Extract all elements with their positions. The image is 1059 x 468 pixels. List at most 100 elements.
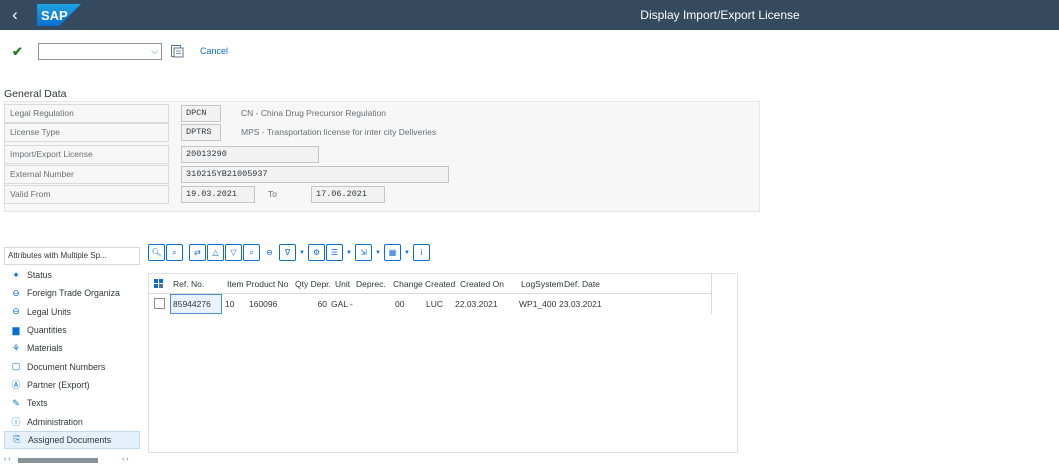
nav-horizontal-scrollbar[interactable]: ‹ › ‹ › bbox=[4, 455, 140, 465]
nav-header: Attributes with Multiple Sp... bbox=[4, 247, 140, 265]
column-header-created[interactable]: Created bbox=[425, 274, 455, 294]
nav-item-quantities[interactable]: ▆ Quantities bbox=[4, 321, 140, 339]
valid-from-label: Valid From bbox=[4, 185, 169, 204]
document-icon: ▢ bbox=[11, 361, 21, 372]
cancel-button[interactable]: Cancel bbox=[200, 46, 228, 56]
assigned-documents-table: Ref. No. Item Product No Qty Depr. Unit … bbox=[148, 273, 738, 453]
column-header-unit[interactable]: Unit bbox=[335, 274, 350, 294]
info-icon[interactable]: i bbox=[413, 244, 430, 261]
nav-item-document-numbers[interactable]: ▢ Document Numbers bbox=[4, 357, 140, 375]
cell-deprec: - bbox=[350, 299, 353, 309]
column-header-change[interactable]: Change bbox=[393, 274, 423, 294]
text-icon: ✎ bbox=[12, 397, 20, 408]
nav-item-materials[interactable]: ⚘ Materials bbox=[4, 339, 140, 357]
cell-def-date: 23.03.2021 bbox=[559, 299, 602, 309]
column-header-def-date[interactable]: Def. Date bbox=[564, 274, 600, 294]
valid-from-field[interactable]: 19.03.2021 bbox=[181, 186, 255, 203]
details-icon[interactable]: 🔍︎ bbox=[148, 244, 165, 261]
chevron-down-icon[interactable]: ⌵ bbox=[151, 46, 158, 57]
print-dropdown-icon[interactable]: ▼ bbox=[344, 244, 354, 261]
print-icon[interactable]: ☰ bbox=[326, 244, 343, 261]
delete-filter-icon[interactable]: ⊖ bbox=[261, 244, 278, 261]
legal-regulation-label: Legal Regulation bbox=[4, 104, 169, 123]
row-selector-checkbox[interactable] bbox=[154, 298, 165, 309]
sort-descending-icon[interactable]: ▽ bbox=[225, 244, 242, 261]
scroll-thumb[interactable] bbox=[18, 458, 98, 463]
nav-item-legal-units[interactable]: ⊖ Legal Units bbox=[4, 303, 140, 321]
cell-unit: GAL bbox=[331, 299, 349, 309]
import-export-license-label: Import/Export License bbox=[4, 145, 169, 164]
external-number-label: External Number bbox=[4, 165, 169, 184]
layout-icon[interactable]: ▦ bbox=[384, 244, 401, 261]
column-header-created-on[interactable]: Created On bbox=[460, 274, 504, 294]
import-export-license-field[interactable]: 20013290 bbox=[181, 146, 319, 163]
scroll-right-icon[interactable]: ‹ › bbox=[122, 455, 129, 465]
legal-regulation-field[interactable]: DPCN bbox=[181, 105, 221, 122]
subtotal-icon[interactable]: ⚙ bbox=[308, 244, 325, 261]
column-header-item[interactable]: Item bbox=[227, 274, 244, 294]
nav-item-label: Materials bbox=[27, 343, 63, 354]
grid-toolbar: 🔍︎ ⌕ ⇄ △ ▽ ⌕ ⊖ ∇ ▼ ⚙ ☰ ▼ ⇲ ▼ ▦ ▼ i bbox=[148, 244, 430, 262]
valid-to-label: To bbox=[268, 189, 277, 199]
license-type-field[interactable]: DPTRS bbox=[181, 124, 221, 141]
sum-icon[interactable]: ∇ bbox=[279, 244, 296, 261]
svg-text:SAP: SAP bbox=[41, 8, 68, 23]
save-icon[interactable] bbox=[170, 44, 184, 58]
external-number-field[interactable]: 310215YB21005937 bbox=[181, 166, 449, 183]
license-type-label: License Type bbox=[4, 123, 169, 142]
table-row[interactable]: 85944276 10 160096 60 GAL - 00 LUC 22.03… bbox=[149, 294, 711, 314]
shell-bar: ‹ SAP Display Import/Export License bbox=[0, 0, 1059, 30]
materials-icon: ⚘ bbox=[11, 342, 21, 353]
status-icon: ✦ bbox=[12, 269, 20, 280]
cell-item: 10 bbox=[225, 299, 235, 309]
find-next-icon[interactable]: ⇄ bbox=[189, 244, 206, 261]
layout-dropdown-icon[interactable]: ▼ bbox=[402, 244, 412, 261]
command-input[interactable] bbox=[39, 44, 139, 59]
column-header-deprec[interactable]: Deprec. bbox=[356, 274, 386, 294]
sort-ascending-icon[interactable]: △ bbox=[207, 244, 224, 261]
nav-item-texts[interactable]: ✎ Texts bbox=[4, 394, 140, 412]
nav-item-label: Legal Units bbox=[27, 306, 72, 317]
check-icon[interactable]: ✔ bbox=[12, 44, 23, 60]
cell-qty-depr: 60 bbox=[317, 299, 327, 309]
export-icon[interactable]: ⇲ bbox=[355, 244, 372, 261]
scroll-left-icon[interactable]: ‹ › bbox=[4, 455, 11, 465]
nav-item-label: Texts bbox=[27, 398, 48, 409]
nav-item-label: Foreign Trade Organiza bbox=[27, 288, 120, 299]
cell-logsystem: WP1_400 bbox=[519, 299, 557, 309]
nav-item-label: Administration bbox=[27, 416, 83, 427]
cell-ref-no[interactable]: 85944276 bbox=[170, 294, 222, 314]
column-layout-icon[interactable] bbox=[154, 279, 164, 289]
command-field[interactable]: ⌵ bbox=[38, 43, 162, 60]
back-arrow-icon[interactable]: ‹ bbox=[6, 5, 24, 25]
organization-icon: ⊖ bbox=[12, 287, 20, 298]
nav-tree: ✦ Status ⊖ Foreign Trade Organiza ⊖ Lega… bbox=[4, 266, 140, 449]
nav-item-status[interactable]: ✦ Status bbox=[4, 266, 140, 284]
assigned-documents-icon: ⎘ bbox=[13, 434, 21, 445]
filter-icon[interactable]: ⌕ bbox=[243, 244, 260, 261]
legal-regulation-description: CN - China Drug Precursor Regulation bbox=[241, 108, 387, 118]
nav-item-assigned-documents[interactable]: ⎘ Assigned Documents bbox=[4, 430, 140, 449]
valid-to-field[interactable]: 17.06.2021 bbox=[311, 186, 385, 203]
cell-created-on: 22.03.2021 bbox=[455, 299, 498, 309]
page-title: Display Import/Export License bbox=[640, 8, 800, 22]
nav-item-foreign-trade-organization[interactable]: ⊖ Foreign Trade Organiza bbox=[4, 284, 140, 302]
sum-dropdown-icon[interactable]: ▼ bbox=[297, 244, 307, 261]
legal-units-icon: ⊖ bbox=[12, 306, 20, 317]
find-icon[interactable]: ⌕ bbox=[166, 244, 183, 261]
license-type-description: MPS - Transportation license for inter c… bbox=[241, 127, 437, 137]
nav-item-label: Status bbox=[27, 270, 52, 281]
column-header-logsystem[interactable]: LogSystem bbox=[521, 274, 564, 294]
cell-product-no: 160096 bbox=[249, 299, 278, 309]
cell-change: 00 bbox=[395, 299, 405, 309]
nav-item-administration[interactable]: ⓘ Administration bbox=[4, 412, 140, 430]
quantities-icon: ▆ bbox=[12, 324, 20, 335]
nav-item-label: Partner (Export) bbox=[27, 379, 90, 390]
nav-item-label: Document Numbers bbox=[27, 361, 106, 372]
nav-item-partner-export[interactable]: Ⓐ Partner (Export) bbox=[4, 376, 140, 394]
column-header-ref-no[interactable]: Ref. No. bbox=[173, 274, 204, 294]
column-header-qty-depr[interactable]: Qty Depr. bbox=[295, 274, 331, 294]
general-data-title: General Data bbox=[4, 88, 67, 100]
export-dropdown-icon[interactable]: ▼ bbox=[373, 244, 383, 261]
column-header-product-no[interactable]: Product No bbox=[246, 274, 289, 294]
